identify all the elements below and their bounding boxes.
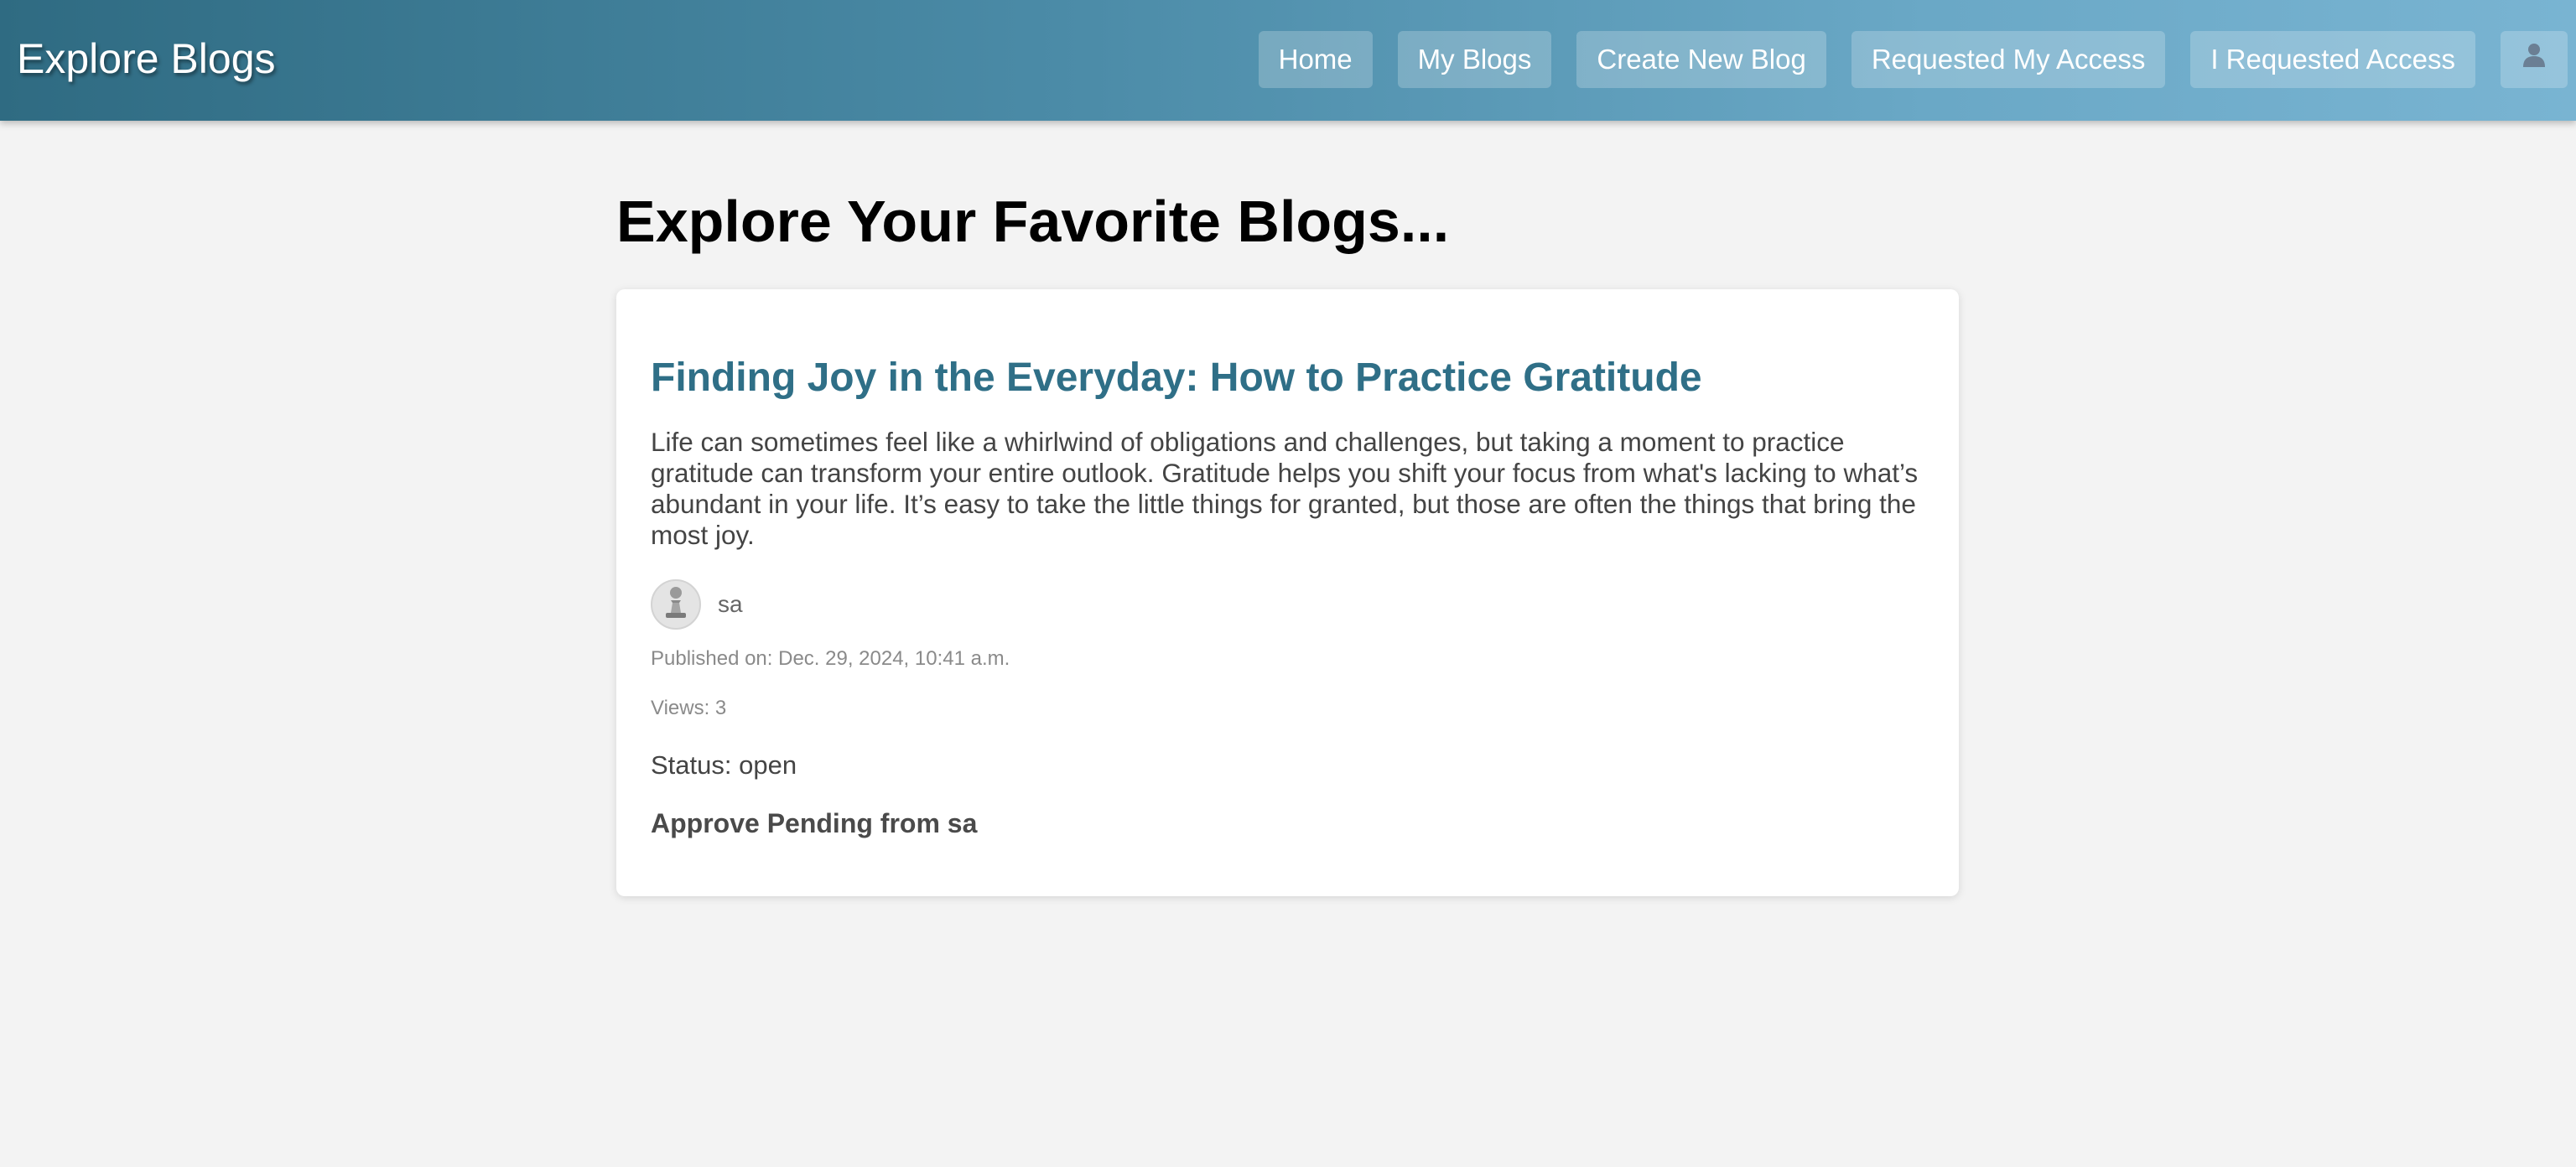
author-info: sa	[651, 579, 743, 630]
nav-i-requested-access-button[interactable]: I Requested Access	[2190, 31, 2475, 88]
nav-home-button[interactable]: Home	[1258, 31, 1373, 88]
author-name: sa	[718, 591, 743, 617]
chess-pawn-icon	[657, 583, 694, 627]
blog-title-link[interactable]: Finding Joy in the Everyday: How to Prac…	[651, 353, 1702, 403]
view-count: Views: 3	[651, 697, 727, 719]
brand-title[interactable]: Explore Blogs	[17, 34, 276, 84]
author-avatar	[651, 579, 701, 630]
blog-status: Status: open	[651, 750, 797, 780]
profile-button[interactable]	[2501, 31, 2568, 88]
approval-status: Approve Pending from sa	[651, 808, 978, 838]
blog-card: Finding Joy in the Everyday: How to Prac…	[616, 289, 1959, 896]
blog-excerpt: Life can sometimes feel like a whirlwind…	[651, 427, 1919, 550]
main-content: Explore Your Favorite Blogs... Finding J…	[616, 183, 1959, 896]
published-date: Published on: Dec. 29, 2024, 10:41 a.m.	[651, 647, 1010, 670]
page-title: Explore Your Favorite Blogs...	[616, 189, 1450, 254]
nav-create-blog-button[interactable]: Create New Blog	[1576, 31, 1826, 88]
main-nav: Home My Blogs Create New Blog Requested …	[1233, 31, 2568, 88]
nav-requested-my-access-button[interactable]: Requested My Access	[1851, 31, 2166, 88]
user-profile-icon	[2520, 31, 2548, 88]
top-navbar: Explore Blogs Home My Blogs Create New B…	[0, 0, 2576, 121]
nav-my-blogs-button[interactable]: My Blogs	[1397, 31, 1552, 88]
